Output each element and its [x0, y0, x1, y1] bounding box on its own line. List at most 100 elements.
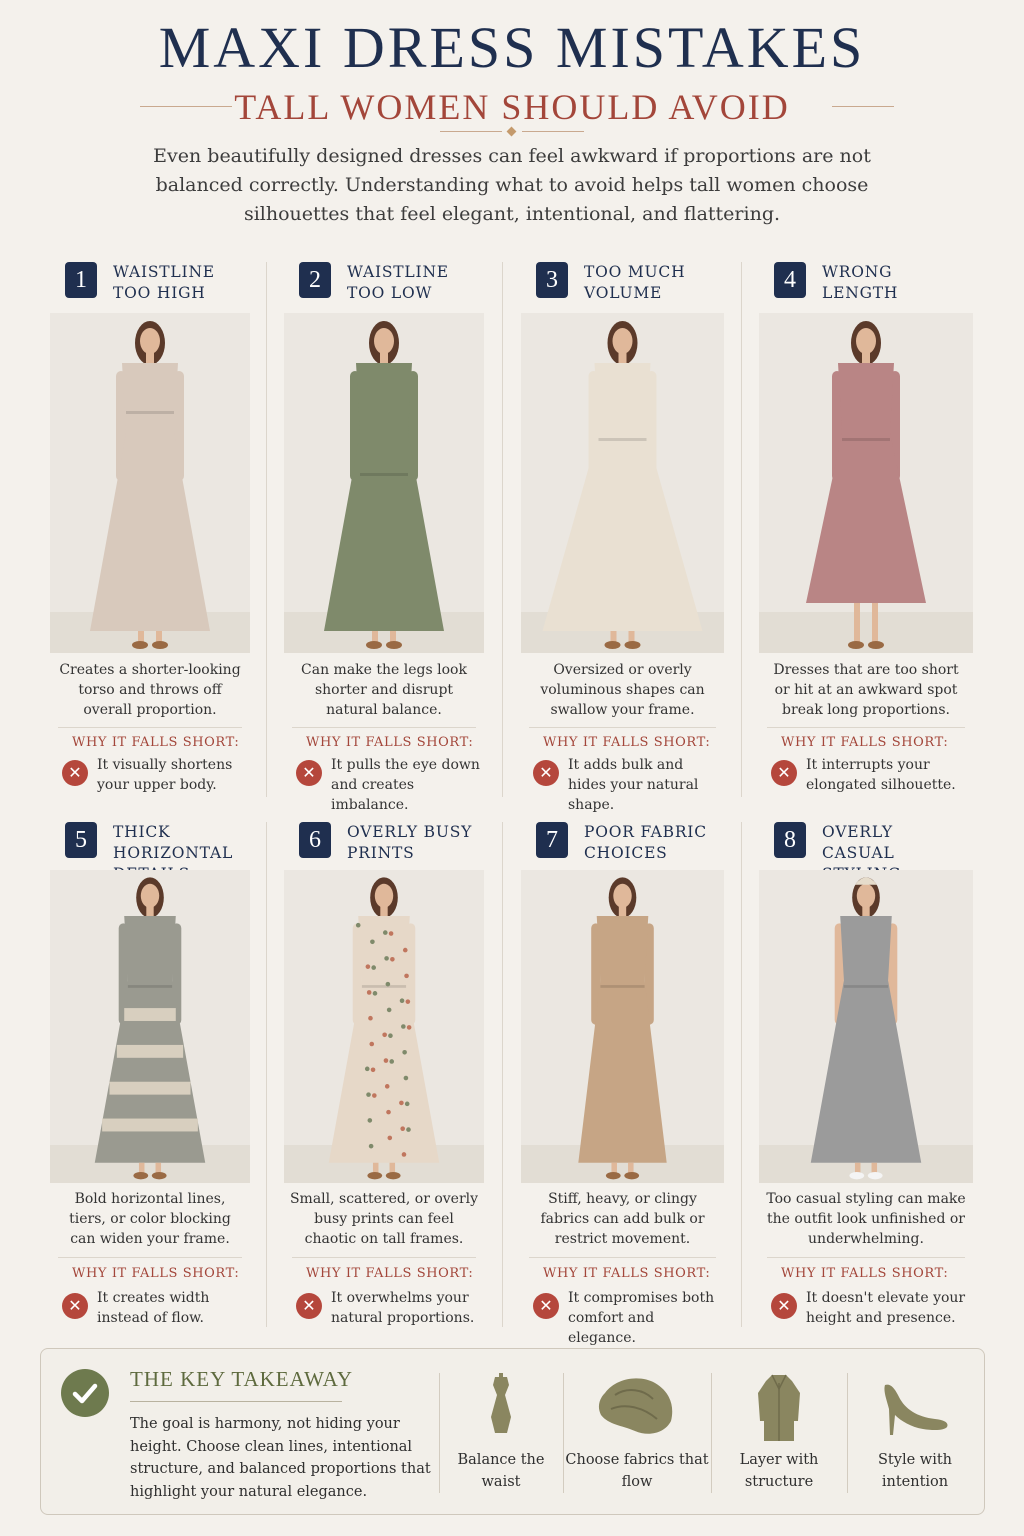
column-divider: [502, 262, 503, 797]
card-divider: [292, 727, 476, 728]
tip-label: Balance the waist: [457, 1452, 545, 1490]
mistake-photo: [521, 870, 724, 1183]
x-icon: ✕: [296, 760, 322, 786]
column-divider: [266, 262, 267, 797]
mistake-description: Too casual styling can make the outfit l…: [766, 1191, 966, 1247]
card-divider: [767, 1257, 965, 1258]
card-divider: [529, 727, 716, 728]
mistake-number: 2: [299, 262, 331, 298]
mistake-photo: [284, 313, 484, 653]
mistake-title: OVERLY BUSY PRINTS: [347, 823, 473, 862]
heel-icon: [884, 1384, 948, 1435]
mistake-title: WRONG LENGTH: [822, 263, 899, 302]
x-icon: ✕: [771, 1293, 797, 1319]
card-divider: [58, 1257, 242, 1258]
dress-figure: [90, 321, 210, 649]
mistake-photo: [284, 870, 484, 1183]
mistake-reason: It adds bulk and hides your natural shap…: [568, 757, 699, 813]
mistake-title: WAISTLINE TOO HIGH: [113, 263, 215, 302]
dress-figure: [328, 877, 440, 1180]
mistake-photo: [759, 313, 973, 653]
takeaway-text: The goal is harmony, not hiding your hei…: [130, 1416, 431, 1500]
tip-label: Layer with structure: [739, 1452, 819, 1490]
card-divider: [767, 727, 965, 728]
dress-form-icon: [491, 1373, 511, 1433]
mistake-description: Dresses that are too short or hit at an …: [773, 662, 959, 718]
why-label: WHY IT FALLS SHORT:: [543, 1266, 711, 1281]
mistake-photo: [521, 313, 724, 653]
mistake-title: WAISTLINE TOO LOW: [347, 263, 449, 302]
why-label: WHY IT FALLS SHORT:: [543, 735, 711, 750]
mistake-number: 7: [536, 822, 568, 858]
column-divider: [266, 822, 267, 1327]
mistake-number: 5: [65, 822, 97, 858]
why-label: WHY IT FALLS SHORT:: [306, 1266, 474, 1281]
mistake-reason: It overwhelms your natural proportions.: [331, 1290, 475, 1326]
why-label: WHY IT FALLS SHORT:: [306, 735, 474, 750]
page-title: MAXI DRESS MISTAKES: [158, 15, 866, 80]
why-label: WHY IT FALLS SHORT:: [781, 1266, 949, 1281]
x-icon: ✕: [533, 1293, 559, 1319]
x-icon: ✕: [771, 760, 797, 786]
mistake-reason: It creates width instead of flow.: [97, 1290, 210, 1326]
tip-label: Choose fabrics that flow: [565, 1452, 709, 1490]
dress-figure: [806, 321, 926, 649]
divider-rule-right: [522, 131, 584, 132]
page-subtitle: TALL WOMEN SHOULD AVOID: [234, 87, 790, 127]
column-divider: [741, 262, 742, 797]
mistake-reason: It pulls the eye down and creates imbala…: [331, 757, 480, 813]
mistake-number: 4: [774, 262, 806, 298]
x-icon: ✕: [296, 1293, 322, 1319]
checkmark-icon: [61, 1369, 109, 1417]
card-divider: [529, 1257, 716, 1258]
x-icon: ✕: [533, 760, 559, 786]
mistake-reason: It doesn't elevate your height and prese…: [806, 1290, 966, 1326]
column-divider: [502, 822, 503, 1327]
why-label: WHY IT FALLS SHORT:: [781, 735, 949, 750]
fabric-icon: [598, 1378, 673, 1434]
mistake-number: 6: [299, 822, 331, 858]
dress-figure: [542, 321, 703, 649]
key-takeaway-panel: THE KEY TAKEAWAY The goal is harmony, no…: [40, 1348, 985, 1515]
why-label: WHY IT FALLS SHORT:: [72, 735, 240, 750]
tip-layer-structure: Layer with structure: [711, 1349, 847, 1514]
intro-text: Even beautifully designed dresses can fe…: [153, 145, 871, 225]
tip-balance-waist: Balance the waist: [439, 1349, 563, 1514]
x-icon: ✕: [62, 1293, 88, 1319]
mistake-photo: [759, 870, 973, 1183]
takeaway-title: THE KEY TAKEAWAY: [130, 1367, 354, 1391]
subtitle-row: TALL WOMEN SHOULD AVOID: [0, 86, 1024, 130]
divider-rule-left: [440, 131, 502, 132]
dress-figure: [94, 877, 206, 1180]
mistake-reason: It compromises both comfort and elegance…: [568, 1290, 715, 1346]
mistake-description: Can make the legs look shorter and disru…: [301, 662, 467, 718]
dress-figure: [324, 321, 444, 649]
card-divider: [292, 1257, 476, 1258]
mistake-photo: [50, 313, 250, 653]
mistake-description: Creates a shorter-looking torso and thro…: [59, 662, 241, 718]
why-label: WHY IT FALLS SHORT:: [72, 1266, 240, 1281]
mistake-description: Oversized or overly voluminous shapes ca…: [540, 662, 705, 718]
x-icon: ✕: [62, 760, 88, 786]
mistake-number: 1: [65, 262, 97, 298]
dress-figure: [810, 877, 922, 1180]
dress-figure: [578, 877, 667, 1180]
mistake-reason: It interrupts your elongated silhouette.: [806, 757, 956, 793]
mistake-title: TOO MUCH VOLUME: [584, 263, 686, 302]
mistake-photo: [50, 870, 250, 1183]
mistake-title: POOR FABRIC CHOICES: [584, 823, 707, 862]
mistake-number: 8: [774, 822, 806, 858]
tip-choose-fabrics: Choose fabrics that flow: [563, 1349, 711, 1514]
tip-style-intention: Style with intention: [847, 1349, 983, 1514]
subtitle-rule-right: [832, 106, 894, 107]
takeaway-rule: [130, 1401, 342, 1402]
mistake-description: Stiff, heavy, or clingy fabrics can add …: [540, 1191, 705, 1247]
mistake-number: 3: [536, 262, 568, 298]
card-divider: [58, 727, 242, 728]
mistake-description: Small, scattered, or overly busy prints …: [289, 1191, 479, 1247]
mistake-reason: It visually shortens your upper body.: [97, 757, 233, 793]
column-divider: [741, 822, 742, 1327]
coat-icon: [758, 1374, 800, 1441]
tip-label: Style with intention: [878, 1452, 952, 1490]
mistake-description: Bold horizontal lines, tiers, or color b…: [69, 1191, 231, 1247]
